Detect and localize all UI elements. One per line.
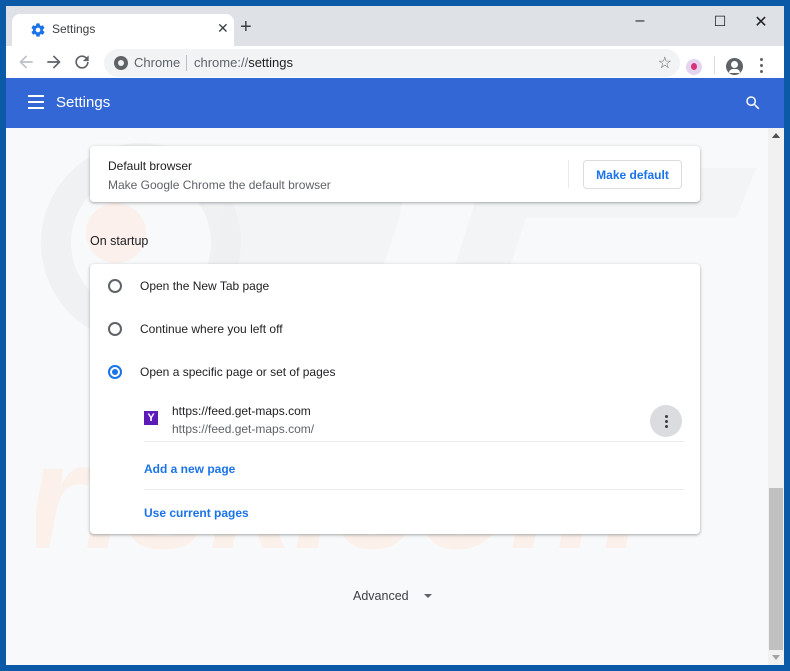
settings-content: risk.com Default browser Make Google Chr… <box>6 128 768 665</box>
radio-label: Continue where you left off <box>140 322 283 336</box>
on-startup-heading: On startup <box>90 234 149 248</box>
link-separator <box>144 489 684 490</box>
startup-page-url: https://feed.get-maps.com/ <box>172 422 315 436</box>
card-separator <box>568 160 569 188</box>
gear-icon <box>31 23 45 37</box>
close-window-button[interactable]: ✕ <box>746 12 776 32</box>
more-vert-icon <box>664 415 668 430</box>
startup-page-entry: Y https://feed.get-maps.com https://feed… <box>144 396 684 442</box>
search-icon[interactable] <box>744 94 762 112</box>
bookmark-star-icon[interactable]: ☆ <box>658 53 672 73</box>
scroll-up-arrow-icon[interactable] <box>772 133 780 138</box>
advanced-toggle[interactable]: Advanced <box>353 589 409 603</box>
radio-button[interactable] <box>108 322 122 336</box>
yahoo-favicon-icon: Y <box>144 411 158 425</box>
tab-strip: Settings ✕ + – ☐ ✕ <box>6 6 784 46</box>
back-arrow-icon[interactable] <box>16 52 36 72</box>
caret-down-icon[interactable] <box>424 594 432 598</box>
page-title: Settings <box>56 94 111 111</box>
toolbar-separator <box>714 56 715 74</box>
address-bar[interactable]: Chrome chrome://settings ☆ <box>104 49 680 77</box>
site-chip: Chrome <box>134 55 181 70</box>
tab-title: Settings <box>52 22 96 36</box>
scroll-down-arrow-icon[interactable] <box>772 655 780 660</box>
reload-icon[interactable] <box>72 52 92 72</box>
forward-arrow-icon[interactable] <box>44 52 64 72</box>
extension-icon[interactable] <box>686 59 702 75</box>
tab-settings[interactable]: Settings ✕ <box>12 14 234 46</box>
radio-label: Open a specific page or set of pages <box>140 365 336 379</box>
radio-continue-where-left-off[interactable]: Continue where you left off <box>90 309 700 349</box>
browser-window: Settings ✕ + – ☐ ✕ Chrome chrome://setti… <box>6 6 784 665</box>
url-scheme: chrome:// <box>194 55 249 70</box>
profile-avatar-icon[interactable] <box>726 58 743 75</box>
use-current-pages-link[interactable]: Use current pages <box>144 506 249 520</box>
make-default-button[interactable]: Make default <box>583 160 682 189</box>
close-tab-icon[interactable]: ✕ <box>217 20 229 37</box>
radio-open-new-tab[interactable]: Open the New Tab page <box>90 266 700 306</box>
default-browser-title: Default browser <box>108 159 193 173</box>
new-tab-button[interactable]: + <box>240 17 252 37</box>
maximize-button[interactable]: ☐ <box>705 13 735 30</box>
chrome-menu-icon[interactable] <box>758 58 764 76</box>
hamburger-menu-icon[interactable] <box>28 95 44 109</box>
chrome-logo-icon <box>114 56 128 70</box>
radio-button-checked[interactable] <box>108 365 122 379</box>
startup-page-title: https://feed.get-maps.com <box>172 404 311 418</box>
minimize-button[interactable]: – <box>625 12 655 30</box>
default-browser-card: Default browser Make Google Chrome the d… <box>90 146 700 202</box>
more-actions-button[interactable] <box>650 405 682 437</box>
omnibox-separator <box>186 55 187 71</box>
url-path: settings <box>248 55 293 70</box>
scrollbar-thumb[interactable] <box>769 488 783 650</box>
url-text[interactable]: chrome://settings <box>194 55 293 70</box>
radio-label: Open the New Tab page <box>140 279 270 293</box>
settings-header: Settings <box>6 78 784 128</box>
vertical-scrollbar[interactable] <box>768 128 784 665</box>
default-browser-subtitle: Make Google Chrome the default browser <box>108 178 331 192</box>
radio-open-specific-pages[interactable]: Open a specific page or set of pages <box>90 352 700 392</box>
browser-toolbar: Chrome chrome://settings ☆ <box>6 46 784 78</box>
add-new-page-link[interactable]: Add a new page <box>144 462 235 476</box>
on-startup-card: Open the New Tab page Continue where you… <box>90 264 700 534</box>
radio-button[interactable] <box>108 279 122 293</box>
